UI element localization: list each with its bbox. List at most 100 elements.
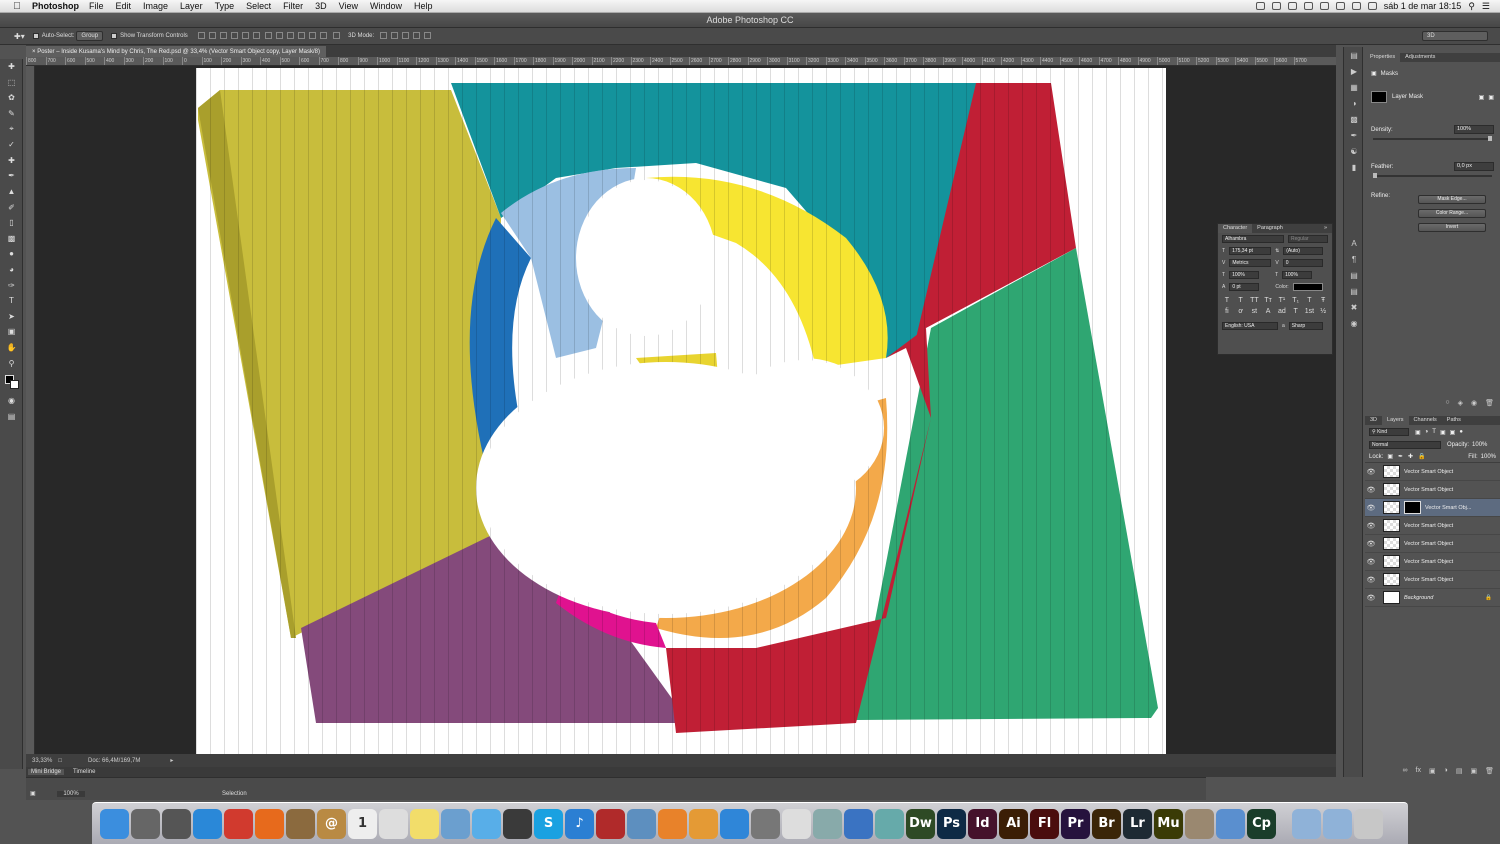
text-color-swatch[interactable] [1292,283,1323,291]
dock-photo-booth-icon[interactable] [596,808,625,839]
3d-slide-icon[interactable] [413,31,421,39]
lock-image-icon[interactable]: ✒ [1398,453,1403,460]
font-style-dropdown[interactable]: Regular [1288,235,1328,243]
dock-photoshop-icon[interactable]: Ps [937,808,966,839]
dock-textedit-icon[interactable] [782,808,811,839]
paragraph-panel-icon[interactable]: ¶ [1344,251,1364,267]
dock-ibooks-icon[interactable] [658,808,687,839]
menu-image[interactable]: Image [143,1,168,11]
dock-pages-icon[interactable] [689,808,718,839]
superscript-button[interactable]: T¹ [1277,297,1287,304]
tray-dropbox-icon[interactable] [1287,2,1297,10]
auto-select-dropdown[interactable]: Group [76,31,104,41]
dock-documents-stack-icon[interactable] [1323,808,1352,839]
antialias-dropdown[interactable]: Sharp [1288,322,1323,330]
character-styles-icon[interactable]: ▤ [1344,267,1364,283]
menu-type[interactable]: Type [215,1,235,11]
layer-filter-dropdown[interactable]: ⚲ Kind [1369,428,1409,436]
all-caps-button[interactable]: TT [1250,297,1260,304]
baseline-field[interactable]: 0 pt [1229,283,1260,291]
3d-pan-icon[interactable] [402,31,410,39]
dock-chrome-icon[interactable] [224,808,253,839]
dock-colors-app-icon[interactable] [875,808,904,839]
gradient-tool-icon[interactable]: ▩ [0,231,23,247]
distribute-bottom-icon[interactable] [287,31,295,39]
apple-icon[interactable]:  [10,1,24,12]
density-slider-thumb[interactable] [1488,136,1492,141]
eyedropper-tool-icon[interactable]: ✓ [0,137,23,153]
dock-reminders-icon[interactable] [379,808,408,839]
faux-bold-button[interactable]: T [1222,297,1232,304]
menu-window[interactable]: Window [370,1,402,11]
3d-panel-icon[interactable]: ◉ [1344,315,1364,331]
density-slider[interactable] [1373,136,1492,141]
history-brush-tool-icon[interactable]: ✐ [0,199,23,215]
dock-captivate-icon[interactable]: Cp [1247,808,1276,839]
dock-mail-stamp-icon[interactable] [286,808,315,839]
layer-row[interactable]: 👁 Vector Smart Object [1365,481,1500,499]
delete-mask-icon[interactable]: 🗑 [1485,399,1494,407]
dock-messages-icon[interactable] [472,808,501,839]
distribute-right-icon[interactable] [320,31,328,39]
crop-tool-icon[interactable]: ⌖ [0,121,23,137]
dock-system-prefs-icon[interactable] [751,808,780,839]
swash-button[interactable]: A [1263,308,1273,315]
dock-itunes-icon[interactable]: ♪ [565,808,594,839]
tray-time-machine-icon[interactable] [1303,2,1313,10]
align-left-icon[interactable] [230,31,238,39]
menu-help[interactable]: Help [414,1,433,11]
ligatures-button[interactable]: fi [1222,308,1232,315]
tab-channels[interactable]: Channels [1409,416,1442,425]
panel-menu-icon[interactable]: » [1319,224,1332,233]
align-right-icon[interactable] [252,31,260,39]
vert-scale-field[interactable]: 100% [1229,271,1260,279]
font-family-dropdown[interactable]: Alhambra [1222,235,1284,243]
font-size-field[interactable]: 175,34 pt [1229,247,1272,255]
dock-bridge-icon[interactable]: Br [1092,808,1121,839]
quick-mask-icon[interactable]: ◉ [0,393,23,409]
fill-value[interactable]: 100% [1481,454,1496,460]
dock-address-book-icon[interactable]: @ [317,808,346,839]
distribute-left-icon[interactable] [298,31,306,39]
canvas-area[interactable] [35,66,1336,754]
filter-smart-icon[interactable]: ▣ [1450,429,1456,436]
horiz-scale-field[interactable]: 100% [1282,271,1313,279]
leading-field[interactable]: (Auto) [1283,247,1324,255]
align-bottom-icon[interactable] [219,31,227,39]
ruler-vertical[interactable] [26,66,35,754]
screen-mode-icon[interactable]: ▤ [0,408,23,424]
menu-edit[interactable]: Edit [116,1,132,11]
3d-rotate-icon[interactable] [380,31,388,39]
color-swatches[interactable] [0,371,23,393]
eraser-tool-icon[interactable]: ▯ [0,215,23,231]
tab-3d[interactable]: 3D [1365,416,1382,425]
new-group-icon[interactable]: ▤ [1456,767,1463,775]
stylistic-alt-button[interactable]: ad [1277,308,1287,315]
visibility-eye-icon[interactable]: 👁 [1365,540,1377,548]
apply-mask-icon[interactable]: ◈ [1458,399,1463,407]
underline-button[interactable]: T [1305,297,1315,304]
old-style-button[interactable]: ơ [1236,308,1246,315]
fractions-button[interactable]: ½ [1318,308,1328,315]
tab-mini-bridge[interactable]: Mini Bridge [28,769,65,775]
dock-lightroom-icon[interactable]: Lr [1123,808,1152,839]
stamp-tool-icon[interactable]: ▲ [0,184,23,200]
layer-row-selected[interactable]: 👁 Vector Smart Obj... [1365,499,1500,517]
dock-calendar-icon[interactable]: 1 [348,808,377,839]
invert-button[interactable]: Invert [1418,223,1486,232]
healing-tool-icon[interactable]: ✚ [0,153,23,169]
dock-network-util-icon[interactable] [1216,808,1245,839]
bridge-zoom-value[interactable]: 100% [57,791,85,797]
vector-mask-icon[interactable]: ▣ [1488,94,1494,101]
dock-muse-icon[interactable]: Mu [1154,808,1183,839]
actions-panel-icon[interactable]: ▶ [1344,63,1364,79]
visibility-eye-icon[interactable]: 👁 [1365,522,1377,530]
visibility-eye-icon[interactable]: 👁 [1365,468,1377,476]
subscript-button[interactable]: T₁ [1291,297,1301,304]
density-field[interactable]: 100% [1454,125,1494,134]
dock-downloads-stack-icon[interactable] [1292,808,1321,839]
titling-alt-button[interactable]: T [1291,308,1301,315]
tab-paragraph[interactable]: Paragraph [1252,224,1288,233]
dock-app-store-icon[interactable] [720,808,749,839]
tab-layers[interactable]: Layers [1382,416,1409,425]
